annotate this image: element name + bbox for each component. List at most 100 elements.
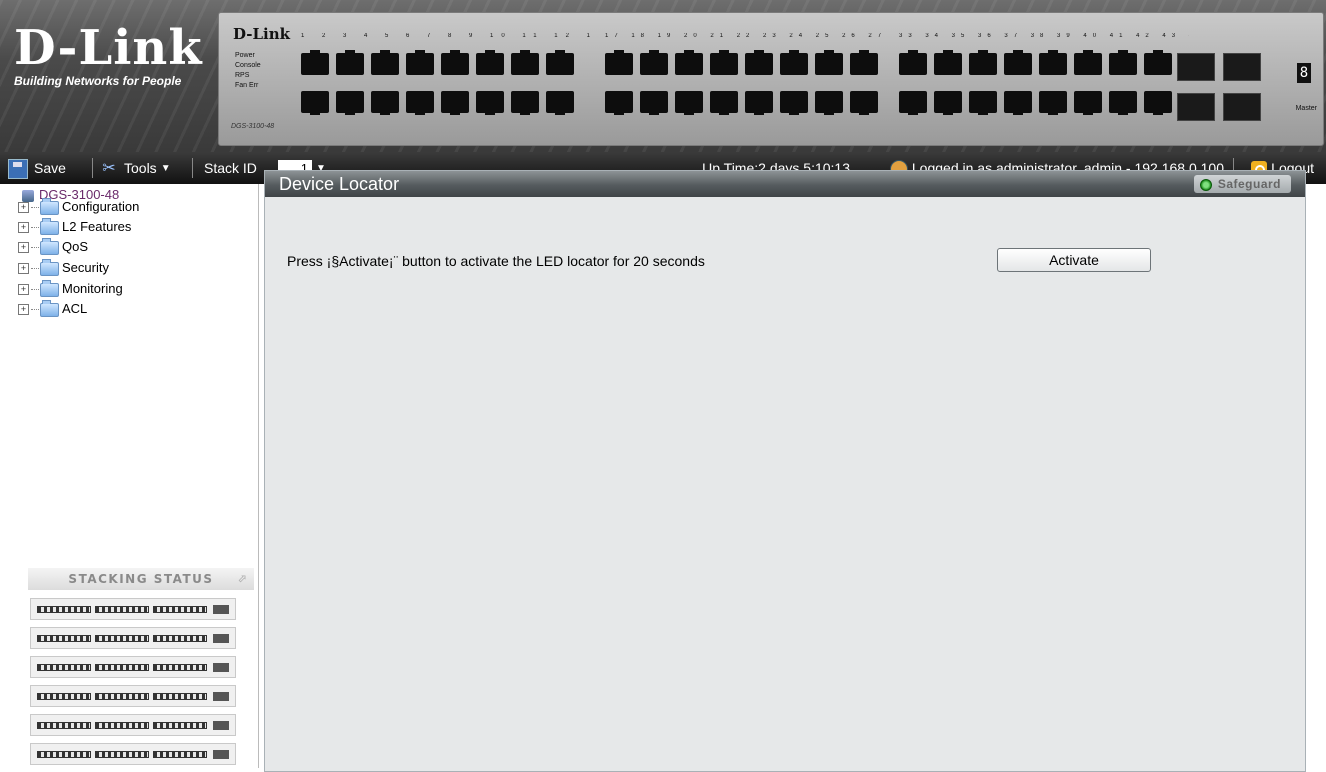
port[interactable]	[336, 50, 364, 75]
stack-unit[interactable]	[30, 743, 236, 765]
port[interactable]	[605, 91, 633, 115]
stack-unit[interactable]	[30, 714, 236, 736]
tree-item-l2-features[interactable]: + L2 Features	[18, 217, 131, 237]
port[interactable]	[780, 91, 808, 115]
sfp-port[interactable]	[1177, 93, 1215, 121]
folder-icon	[40, 299, 59, 317]
port[interactable]	[640, 50, 668, 75]
port[interactable]	[815, 50, 843, 75]
stack-id-label: Stack ID	[204, 160, 257, 176]
safeguard-indicator[interactable]: Safeguard	[1193, 175, 1291, 193]
port[interactable]	[441, 91, 469, 115]
save-button[interactable]: Save	[8, 152, 66, 184]
port-bank	[37, 693, 91, 700]
port[interactable]	[371, 50, 399, 75]
port[interactable]	[1144, 50, 1172, 75]
port[interactable]	[476, 91, 504, 115]
device-model: DGS-3100-48	[231, 123, 275, 130]
port[interactable]	[934, 50, 962, 75]
port[interactable]	[745, 50, 773, 75]
tree-connector	[31, 289, 39, 291]
port[interactable]	[815, 91, 843, 115]
port[interactable]	[1039, 91, 1067, 115]
port[interactable]	[336, 91, 364, 115]
port[interactable]	[1109, 91, 1137, 115]
tools-menu[interactable]: ✂ Tools ▼	[100, 152, 171, 184]
port[interactable]	[780, 50, 808, 75]
port[interactable]	[406, 50, 434, 75]
port[interactable]	[899, 91, 927, 115]
port-group-3: 33 34 35 36 37 38 39 40 41 42 43 44 45 4…	[891, 33, 1189, 133]
chevron-down-icon: ▼	[160, 163, 171, 175]
expand-icon[interactable]: +	[18, 242, 29, 254]
stack-unit[interactable]	[30, 627, 236, 649]
port[interactable]	[546, 91, 574, 115]
sfp-port[interactable]	[1223, 53, 1261, 81]
port[interactable]	[301, 50, 329, 75]
logo-brand: D-Link	[14, 20, 203, 76]
locator-instructions: Press ¡§Activate¡¨ button to activate th…	[287, 253, 705, 269]
port[interactable]	[969, 91, 997, 115]
tree-connector	[31, 309, 39, 311]
port[interactable]	[934, 91, 962, 115]
port[interactable]	[605, 50, 633, 75]
port[interactable]	[546, 50, 574, 75]
tree-connector	[31, 207, 39, 209]
safeguard-label: Safeguard	[1217, 177, 1281, 191]
sfp-port[interactable]	[1223, 93, 1261, 121]
port[interactable]	[969, 50, 997, 75]
port[interactable]	[476, 50, 504, 75]
port[interactable]	[710, 91, 738, 115]
port[interactable]	[1004, 50, 1032, 75]
tree-item-acl[interactable]: + ACL	[18, 299, 87, 319]
port[interactable]	[745, 91, 773, 115]
tree-item-security[interactable]: + Security	[18, 258, 109, 278]
port[interactable]	[1109, 50, 1137, 75]
port[interactable]	[675, 50, 703, 75]
port-bank	[95, 664, 149, 671]
port-bank	[153, 635, 207, 642]
expand-icon[interactable]: +	[18, 284, 29, 296]
port[interactable]	[1144, 91, 1172, 115]
page-title: Device Locator	[279, 174, 400, 194]
port[interactable]	[1039, 50, 1067, 75]
port[interactable]	[406, 91, 434, 115]
sfp-bank	[213, 605, 229, 614]
port[interactable]	[441, 50, 469, 75]
port[interactable]	[511, 91, 539, 115]
expand-icon[interactable]: +	[18, 222, 29, 234]
port[interactable]	[1004, 91, 1032, 115]
sfp-port[interactable]	[1177, 53, 1215, 81]
pin-icon[interactable]: ⬀	[237, 568, 248, 590]
folder-icon	[40, 237, 59, 255]
expand-icon[interactable]: +	[18, 263, 29, 275]
device-brand: D-Link	[233, 25, 291, 43]
port[interactable]	[640, 91, 668, 115]
port[interactable]	[1074, 91, 1102, 115]
stack-unit[interactable]	[30, 656, 236, 678]
tree-item-configuration[interactable]: + Configuration	[18, 197, 139, 217]
expand-icon[interactable]: +	[18, 202, 29, 214]
sfp-bank	[213, 634, 229, 643]
led-fan-err: Fan Err	[235, 82, 259, 89]
stack-unit[interactable]	[30, 685, 236, 707]
tools-icon: ✂	[102, 160, 116, 178]
port[interactable]	[850, 50, 878, 75]
save-label: Save	[34, 160, 66, 176]
stack-unit[interactable]	[30, 598, 236, 620]
save-icon	[8, 159, 28, 180]
tree-item-monitoring[interactable]: + Monitoring	[18, 279, 123, 299]
activate-button[interactable]: Activate	[997, 248, 1151, 272]
port[interactable]	[675, 91, 703, 115]
port[interactable]	[301, 91, 329, 115]
port[interactable]	[511, 50, 539, 75]
port[interactable]	[850, 91, 878, 115]
port[interactable]	[1074, 50, 1102, 75]
tree-connector	[31, 227, 39, 229]
port[interactable]	[710, 50, 738, 75]
tree-item-qos[interactable]: + QoS	[18, 237, 88, 257]
tree-item-label: L2 Features	[62, 219, 132, 234]
port[interactable]	[371, 91, 399, 115]
expand-icon[interactable]: +	[18, 304, 29, 316]
port[interactable]	[899, 50, 927, 75]
